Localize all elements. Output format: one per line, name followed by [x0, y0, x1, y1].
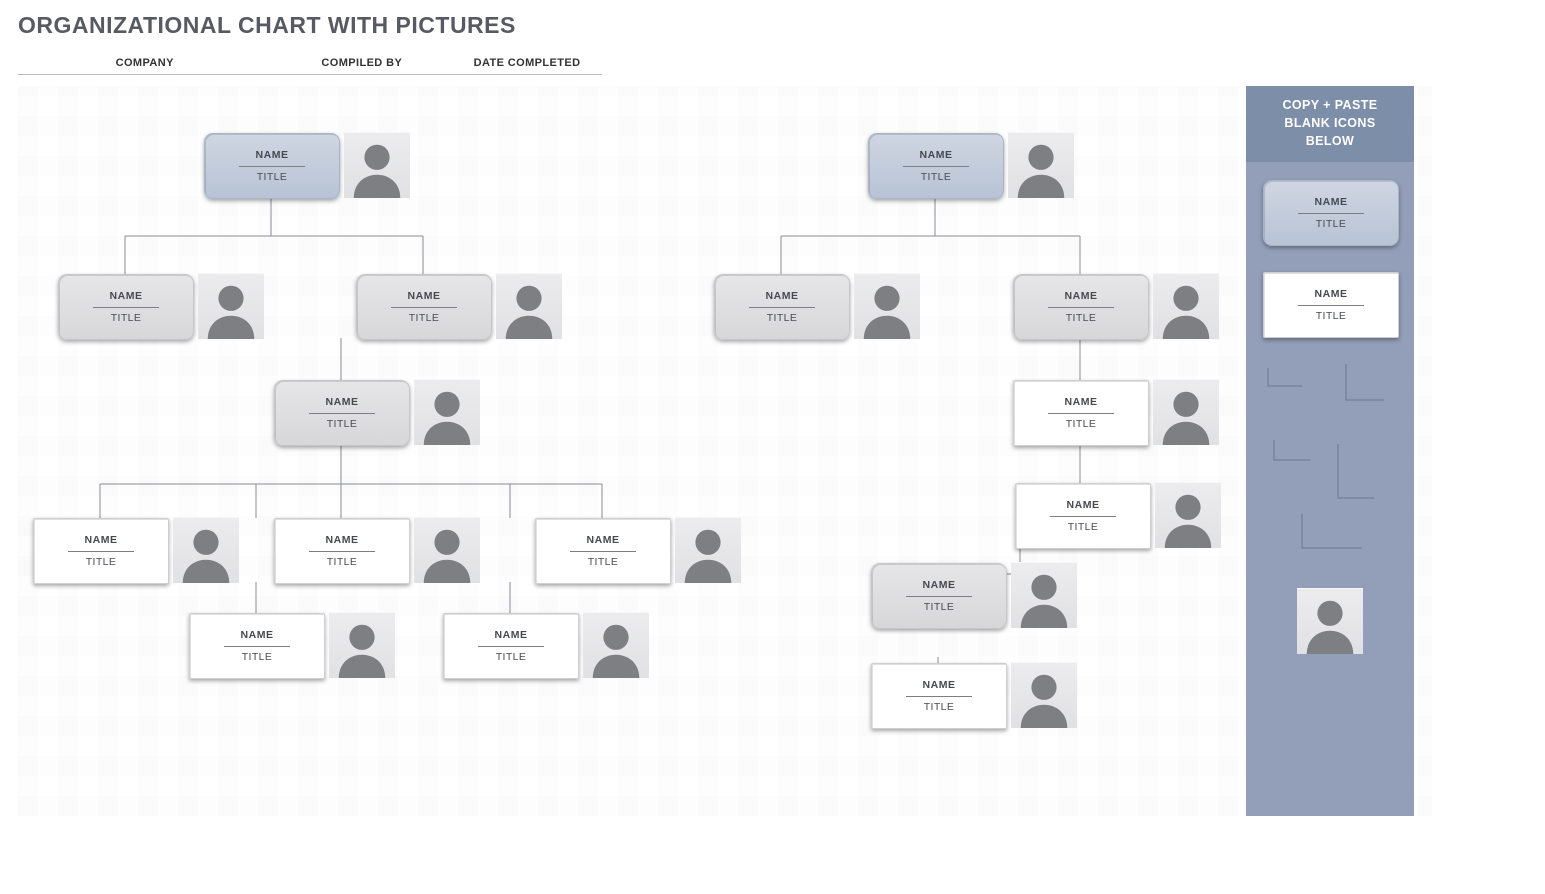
- avatar-icon[interactable]: [583, 612, 649, 678]
- palette-card-white[interactable]: NAME TITLE: [1263, 272, 1397, 336]
- node-name: NAME: [587, 534, 620, 546]
- avatar-icon[interactable]: [1011, 662, 1077, 728]
- node-name: NAME: [85, 534, 118, 546]
- page-title: ORGANIZATIONAL CHART WITH PICTURES: [0, 0, 1545, 39]
- sidebar-heading: COPY + PASTE BLANK ICONS BELOW: [1246, 86, 1414, 162]
- node-a-l4b[interactable]: NAME TITLE: [274, 518, 410, 584]
- node-name: NAME: [923, 679, 956, 691]
- node-name: NAME: [495, 629, 528, 641]
- node-a-l2b[interactable]: NAME TITLE: [356, 274, 492, 340]
- node-name: NAME: [766, 290, 799, 302]
- avatar-icon[interactable]: [414, 379, 480, 445]
- node-name: NAME: [1315, 288, 1348, 300]
- avatar-icon[interactable]: [1153, 273, 1219, 339]
- meta-datecompleted-label: DATE COMPLETED: [452, 51, 602, 74]
- avatar-icon[interactable]: [329, 612, 395, 678]
- avatar-icon[interactable]: [414, 517, 480, 583]
- node-title: TITLE: [327, 418, 358, 430]
- avatar-icon[interactable]: [496, 273, 562, 339]
- avatar-icon[interactable]: [198, 273, 264, 339]
- node-title: TITLE: [86, 556, 117, 568]
- node-name: NAME: [326, 534, 359, 546]
- node-a-l3[interactable]: NAME TITLE: [274, 380, 410, 446]
- node-name: NAME: [408, 290, 441, 302]
- avatar-icon[interactable]: [344, 132, 410, 198]
- avatar-icon[interactable]: [1153, 379, 1219, 445]
- node-b-l2a[interactable]: NAME TITLE: [714, 274, 850, 340]
- org-canvas[interactable]: NAME TITLE NAME TITLE NAME TITLE: [18, 86, 1432, 816]
- avatar-icon[interactable]: [1155, 482, 1221, 548]
- avatar-icon[interactable]: [854, 273, 920, 339]
- node-title: TITLE: [924, 701, 955, 713]
- avatar-icon[interactable]: [675, 517, 741, 583]
- avatar-icon[interactable]: [1008, 132, 1074, 198]
- node-name: NAME: [1065, 396, 1098, 408]
- node-title: TITLE: [1316, 310, 1347, 322]
- meta-row: COMPANY COMPILED BY DATE COMPLETED: [18, 51, 602, 75]
- node-title: TITLE: [409, 312, 440, 324]
- node-title: TITLE: [1068, 521, 1099, 533]
- sidebar-heading-line: BLANK ICONS: [1284, 116, 1375, 130]
- node-name: NAME: [110, 290, 143, 302]
- sidebar-palette: COPY + PASTE BLANK ICONS BELOW NAME TITL…: [1246, 86, 1414, 816]
- node-title: TITLE: [111, 312, 142, 324]
- node-b-l2b[interactable]: NAME TITLE: [1013, 274, 1149, 340]
- node-title: TITLE: [242, 651, 273, 663]
- node-a-l4c[interactable]: NAME TITLE: [535, 518, 671, 584]
- node-title: TITLE: [1066, 418, 1097, 430]
- node-b-l4[interactable]: NAME TITLE: [1015, 483, 1151, 549]
- node-b-l6[interactable]: NAME TITLE: [871, 663, 1007, 729]
- node-title: TITLE: [921, 171, 952, 183]
- node-title: TITLE: [1066, 312, 1097, 324]
- meta-company-label: COMPANY: [18, 51, 271, 74]
- node-a-l5a[interactable]: NAME TITLE: [189, 613, 325, 679]
- node-name: NAME: [920, 149, 953, 161]
- sidebar-heading-line: COPY + PASTE: [1283, 98, 1378, 112]
- node-a-top[interactable]: NAME TITLE: [204, 133, 340, 199]
- sidebar-heading-line: BELOW: [1306, 134, 1355, 148]
- node-a-l4a[interactable]: NAME TITLE: [33, 518, 169, 584]
- node-name: NAME: [326, 396, 359, 408]
- node-title: TITLE: [496, 651, 527, 663]
- node-name: NAME: [923, 579, 956, 591]
- node-b-l5[interactable]: NAME TITLE: [871, 563, 1007, 629]
- node-a-l5b[interactable]: NAME TITLE: [443, 613, 579, 679]
- node-b-l3[interactable]: NAME TITLE: [1013, 380, 1149, 446]
- node-b-top[interactable]: NAME TITLE: [868, 133, 1004, 199]
- node-a-l2a[interactable]: NAME TITLE: [58, 274, 194, 340]
- palette-avatar-icon[interactable]: [1297, 588, 1363, 654]
- avatar-icon[interactable]: [1011, 562, 1077, 628]
- node-title: TITLE: [588, 556, 619, 568]
- node-name: NAME: [1065, 290, 1098, 302]
- palette-connector-shapes[interactable]: [1246, 348, 1414, 568]
- node-name: NAME: [1067, 499, 1100, 511]
- meta-compiledby-label: COMPILED BY: [271, 51, 452, 74]
- palette-card-blue[interactable]: NAME TITLE: [1263, 180, 1397, 244]
- node-title: TITLE: [924, 601, 955, 613]
- node-name: NAME: [256, 149, 289, 161]
- node-title: TITLE: [257, 171, 288, 183]
- node-name: NAME: [241, 629, 274, 641]
- node-name: NAME: [1315, 196, 1348, 208]
- avatar-icon[interactable]: [173, 517, 239, 583]
- node-title: TITLE: [767, 312, 798, 324]
- node-title: TITLE: [327, 556, 358, 568]
- node-title: TITLE: [1316, 218, 1347, 230]
